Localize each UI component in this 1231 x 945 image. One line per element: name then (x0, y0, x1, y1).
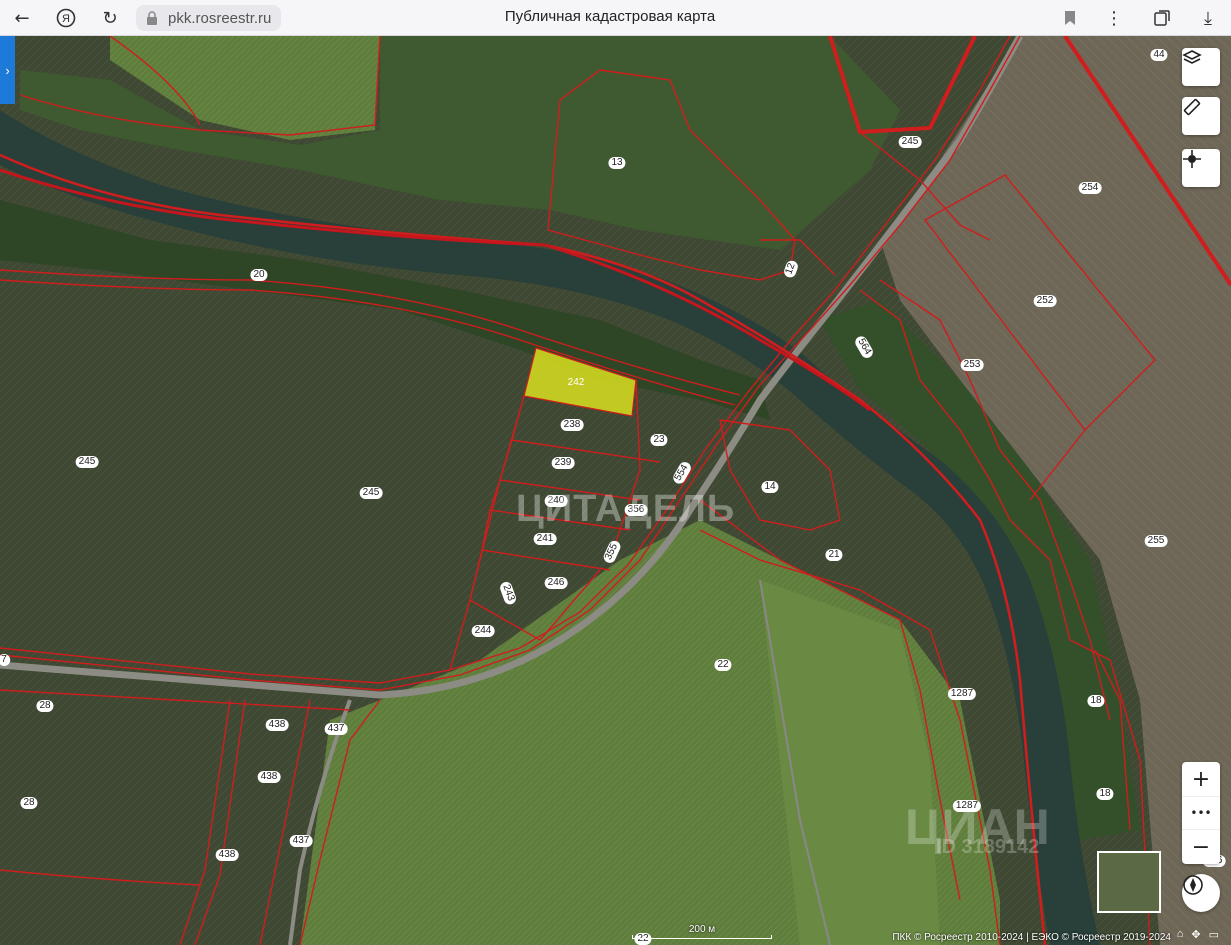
lock-icon (147, 11, 157, 25)
parcel-label[interactable]: 244 (471, 625, 495, 637)
parcel-label[interactable]: 252 (1033, 295, 1057, 307)
fullscreen-icon[interactable]: ▭ (1209, 928, 1219, 941)
selected-parcel-label[interactable]: 242 (565, 377, 588, 389)
parcel-label[interactable]: 1287 (947, 688, 977, 700)
zoom-more-button[interactable]: ••• (1182, 796, 1220, 830)
parcel-label[interactable]: 18 (1096, 788, 1114, 800)
address-bar[interactable]: pkk.rosreestr.ru (136, 5, 282, 31)
parcel-label[interactable]: 18 (1087, 695, 1105, 707)
sidebar-toggle[interactable]: › (0, 36, 15, 104)
parcel-label[interactable]: 246 (544, 577, 568, 589)
url-text: pkk.rosreestr.ru (168, 9, 272, 27)
minimap[interactable] (1097, 851, 1161, 913)
location-icon[interactable]: ✥ (1191, 928, 1200, 941)
parcel-label[interactable]: 245 (359, 487, 383, 499)
parcel-label[interactable]: 255 (1144, 535, 1168, 547)
home-icon[interactable]: ⌂ (1177, 928, 1184, 941)
scale-label: 200 м (688, 924, 716, 935)
footer-icons: ⌂ ✥ ▭ (1177, 928, 1219, 941)
ruler-icon (1183, 98, 1201, 116)
parcel-label[interactable]: 7 (0, 654, 10, 666)
parcel-label[interactable]: 44 (1150, 49, 1168, 61)
parcel-label[interactable]: 239 (551, 457, 575, 469)
back-icon[interactable]: ← (8, 4, 36, 32)
parcel-label[interactable]: 438 (257, 771, 281, 783)
parcel-label[interactable]: 437 (289, 835, 313, 847)
parcel-label[interactable]: 245 (75, 456, 99, 468)
download-icon[interactable]: ⤓ (1194, 4, 1222, 32)
parcel-label[interactable]: 437 (324, 723, 348, 735)
parcel-label[interactable]: 14 (761, 481, 779, 493)
locate-button[interactable] (1182, 149, 1220, 187)
zoom-out-button[interactable]: − (1182, 830, 1220, 864)
parcel-label[interactable]: 28 (36, 700, 54, 712)
attribution: ПКК © Росреестр 2010-2024 | ЕЭКО © Росре… (892, 932, 1171, 943)
parcel-label[interactable]: 21 (825, 549, 843, 561)
cian-id-watermark: ID 3189142 (936, 836, 1040, 858)
parcel-label[interactable]: 22 (714, 659, 732, 671)
page-title: Публичная кадастровая карта (504, 8, 716, 25)
parcel-label[interactable]: 28 (20, 797, 38, 809)
parcel-label[interactable]: 245 (898, 136, 922, 148)
parcel-label[interactable]: 438 (215, 849, 239, 861)
bookmark-icon[interactable] (1056, 4, 1084, 32)
ruler-button[interactable] (1182, 97, 1220, 135)
menu-icon[interactable]: ⋮ (1100, 4, 1128, 32)
crosshair-icon (1183, 150, 1201, 168)
compass-icon (1183, 875, 1203, 895)
layers-icon (1182, 50, 1202, 64)
zoom-in-button[interactable]: + (1182, 762, 1220, 796)
compass-button[interactable] (1182, 874, 1220, 912)
parcel-label[interactable]: 238 (560, 419, 584, 431)
cadastral-map[interactable]: 44 245 13 254 12 252 20 564 253 242 238 … (0, 36, 1231, 945)
layers-button[interactable] (1182, 48, 1220, 86)
tabs-icon[interactable] (1148, 4, 1176, 32)
yandex-icon[interactable]: Я (52, 4, 80, 32)
parcel-label[interactable]: 13 (608, 157, 626, 169)
zoom-control: + ••• − (1182, 762, 1220, 864)
parcel-label[interactable]: 23 (650, 434, 668, 446)
scale-bar (632, 935, 772, 939)
chevron-right-icon: › (5, 62, 10, 78)
citadel-watermark: ЦИТАДЕЛЬ (516, 488, 736, 530)
parcel-label[interactable]: 253 (960, 359, 984, 371)
parcel-label[interactable]: 254 (1078, 182, 1102, 194)
reload-icon[interactable]: ↻ (96, 4, 124, 32)
parcel-label[interactable]: 438 (265, 719, 289, 731)
parcel-label[interactable]: 241 (533, 533, 557, 545)
svg-text:Я: Я (62, 13, 70, 25)
browser-toolbar: ← Я ↻ pkk.rosreestr.ru Публичная кадастр… (0, 0, 1231, 36)
parcel-label[interactable]: 20 (250, 269, 268, 281)
